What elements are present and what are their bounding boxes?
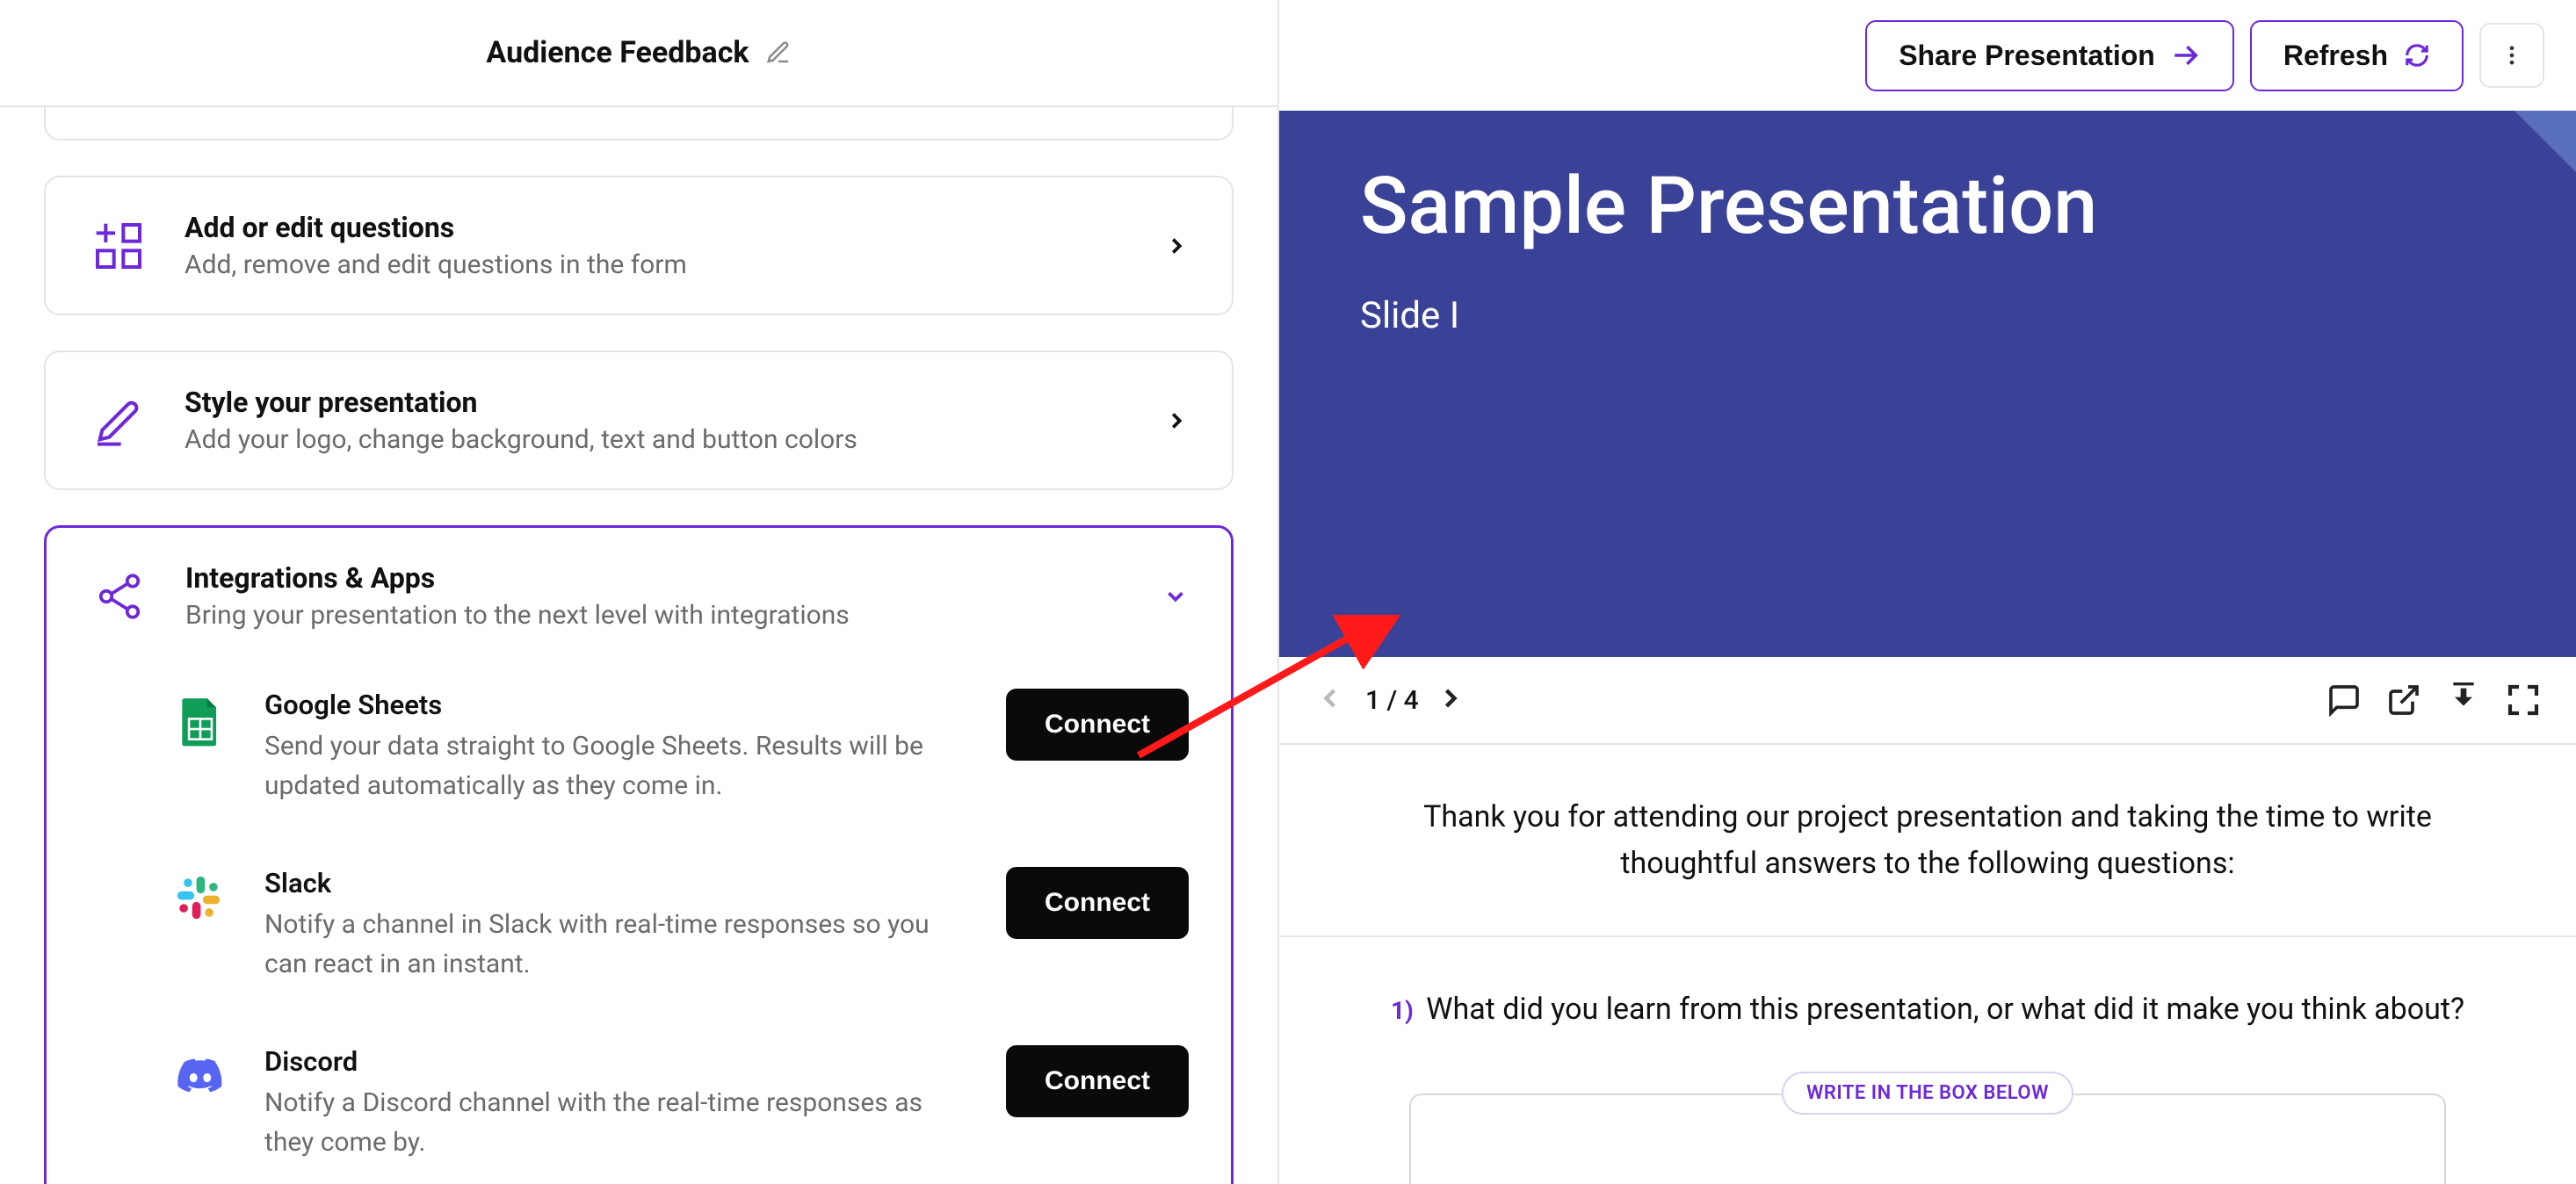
folded-corner-icon — [2514, 111, 2576, 172]
integration-desc: Notify a Discord channel with the real-t… — [264, 1083, 955, 1162]
card-subtitle: Bring your presentation to the next leve… — [185, 600, 1127, 631]
add-edit-questions-card[interactable]: Add or edit questions Add, remove and ed… — [44, 176, 1234, 315]
integration-desc: Send your data straight to Google Sheets… — [264, 726, 955, 805]
page-title: Audience Feedback — [486, 35, 749, 70]
fullscreen-icon[interactable] — [2506, 682, 2541, 718]
refresh-button[interactable]: Refresh — [2250, 20, 2464, 91]
integrations-card-header[interactable]: Integrations & Apps Bring your presentat… — [89, 561, 1189, 631]
integration-google-sheets: Google Sheets Send your data straight to… — [89, 664, 1189, 842]
connect-slack-button[interactable]: Connect — [1006, 867, 1189, 939]
slide-preview: Sample Presentation Slide I — [1279, 111, 2576, 657]
integrations-card: Integrations & Apps Bring your presentat… — [44, 525, 1234, 1184]
question-1: 1) What did you learn from this presenta… — [1279, 937, 2576, 1184]
refresh-label: Refresh — [2283, 40, 2388, 72]
integration-name: Discord — [264, 1045, 955, 1078]
left-header: Audience Feedback — [0, 0, 1277, 107]
integration-desc: Notify a channel in Slack with real-time… — [264, 905, 955, 984]
google-sheets-icon — [173, 694, 231, 752]
card-subtitle: Add your logo, change background, text a… — [185, 424, 1128, 455]
more-menu-button[interactable] — [2479, 23, 2544, 88]
slide-controls-bar: 1 / 4 — [1279, 657, 2576, 745]
slide-counter: 1 / 4 — [1365, 685, 1419, 716]
card-title: Style your presentation — [185, 386, 1128, 419]
pencil-icon[interactable] — [765, 40, 792, 66]
send-icon — [2171, 40, 2201, 70]
chevron-right-icon — [1163, 233, 1190, 259]
collapsed-card-stub — [44, 107, 1234, 141]
style-presentation-card[interactable]: Style your presentation Add your logo, c… — [44, 350, 1234, 490]
comment-icon[interactable] — [2326, 682, 2362, 718]
pencil-underline-icon — [88, 393, 149, 449]
card-title: Integrations & Apps — [185, 561, 1127, 595]
card-title: Add or edit questions — [185, 211, 1128, 244]
integration-discord: Discord Notify a Discord channel with th… — [89, 1021, 1189, 1184]
question-body: What did you learn from this presentatio… — [1426, 992, 2464, 1027]
connect-discord-button[interactable]: Connect — [1006, 1045, 1189, 1117]
slide-subtitle: Slide I — [1360, 294, 2495, 337]
share-icon — [89, 570, 150, 623]
next-slide-button[interactable] — [1435, 682, 1470, 718]
integration-slack: Slack Notify a channel in Slack with rea… — [89, 842, 1189, 1021]
refresh-icon — [2404, 42, 2430, 69]
integration-name: Slack — [264, 867, 955, 899]
slide-title: Sample Presentation — [1360, 160, 2495, 252]
form-intro: Thank you for attending our project pres… — [1279, 745, 2576, 937]
grid-plus-icon — [88, 218, 149, 274]
form-body: Thank you for attending our project pres… — [1279, 745, 2576, 1184]
discord-icon — [173, 1050, 231, 1108]
slack-icon — [173, 872, 231, 930]
question-text: 1) What did you learn from this presenta… — [1385, 986, 2471, 1033]
prev-slide-button[interactable] — [1314, 682, 1350, 718]
share-presentation-button[interactable]: Share Presentation — [1865, 20, 2234, 91]
open-external-icon[interactable] — [2386, 682, 2421, 718]
chevron-right-icon — [1163, 408, 1190, 434]
share-label: Share Presentation — [1899, 40, 2155, 72]
card-subtitle: Add, remove and edit questions in the fo… — [185, 249, 1128, 280]
question-number: 1) — [1391, 996, 1414, 1025]
chevron-down-icon — [1162, 583, 1189, 610]
integration-name: Google Sheets — [264, 689, 955, 721]
more-vertical-icon — [2500, 43, 2524, 68]
right-header: Share Presentation Refresh — [1279, 0, 2576, 111]
download-icon[interactable] — [2446, 682, 2481, 718]
connect-google-sheets-button[interactable]: Connect — [1006, 689, 1189, 761]
write-hint-badge: WRITE IN THE BOX BELOW — [1782, 1072, 2073, 1115]
